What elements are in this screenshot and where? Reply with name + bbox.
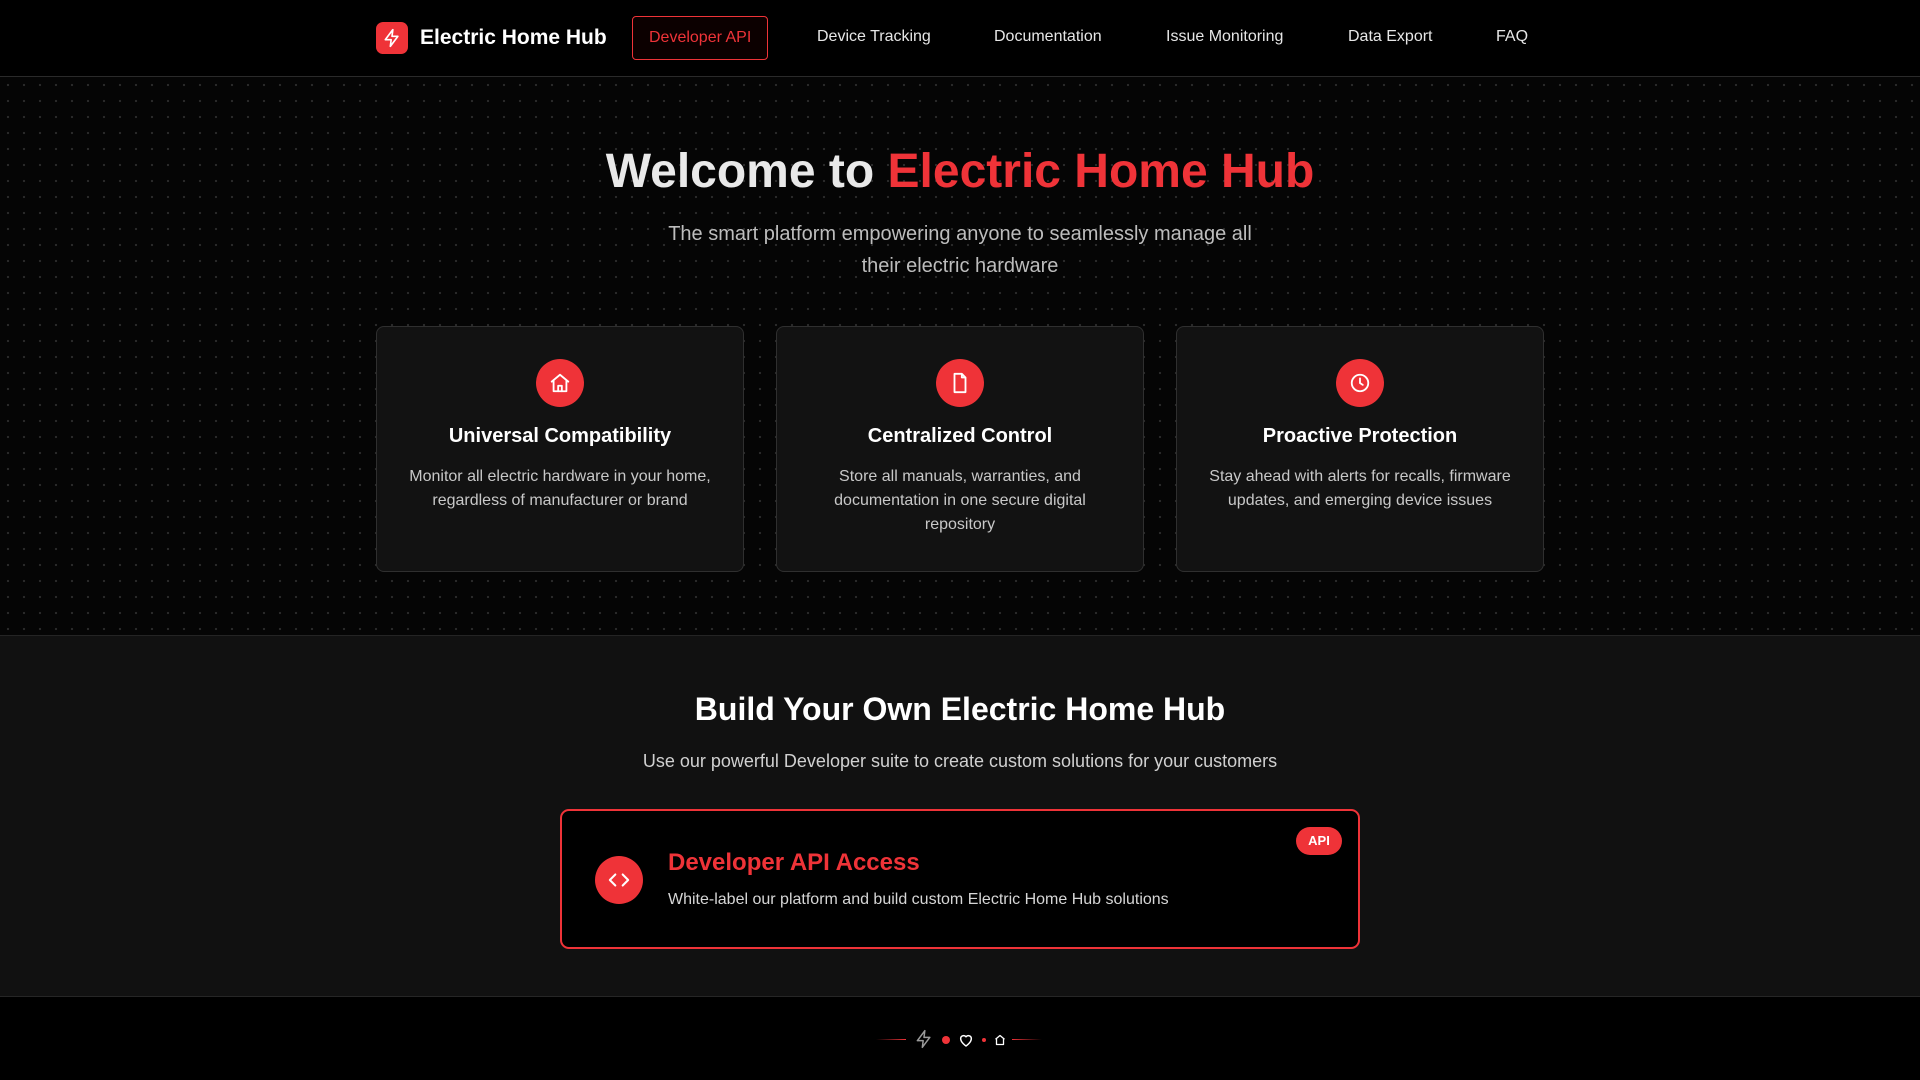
footer-divider-left <box>876 1039 906 1040</box>
hero-title-prefix: Welcome to <box>605 145 888 198</box>
nav-documentation[interactable]: Documentation <box>994 16 1102 60</box>
clock-icon <box>1336 359 1384 407</box>
code-icon <box>595 856 643 904</box>
footer-divider-right <box>1012 1039 1042 1040</box>
hero-section: Welcome to Electric Home Hub The smart p… <box>0 77 1920 636</box>
hero-title-accent: Electric Home Hub <box>887 145 1315 198</box>
document-icon <box>936 359 984 407</box>
nav-developer-api[interactable]: Developer API <box>632 16 769 60</box>
api-access-card[interactable]: Developer API Access White-label our pla… <box>560 809 1360 949</box>
top-nav: Electric Home Hub Developer API Device T… <box>0 0 1920 77</box>
home-icon <box>536 359 584 407</box>
api-card-title: Developer API Access <box>668 849 920 876</box>
feature-title: Proactive Protection <box>1262 425 1458 447</box>
feature-title: Centralized Control <box>867 425 1053 447</box>
nav-data-export[interactable]: Data Export <box>1348 16 1432 60</box>
developer-title: Build Your Own Electric Home Hub <box>694 691 1226 727</box>
nav-faq[interactable]: FAQ <box>1496 16 1528 60</box>
hero-title: Welcome to Electric Home Hub <box>0 144 1920 199</box>
feature-card-protection: Proactive Protection Stay ahead with ale… <box>1176 326 1544 572</box>
feature-text: Monitor all electric hardware in your ho… <box>409 468 711 509</box>
heart-icon <box>957 1031 975 1049</box>
developer-subtitle: Use our powerful Developer suite to crea… <box>642 751 1278 771</box>
footer-dot <box>942 1036 950 1044</box>
footer-dot-small <box>982 1038 986 1042</box>
feature-text: Stay ahead with alerts for recalls, firm… <box>1209 468 1511 509</box>
hero-subtitle: The smart platform empowering anyone to … <box>668 223 1252 277</box>
api-card-text: White-label our platform and build custo… <box>668 891 1169 908</box>
nav-device-tracking[interactable]: Device Tracking <box>817 16 931 60</box>
feature-text: Store all manuals, warranties, and docum… <box>834 468 1086 533</box>
feature-card-control: Centralized Control Store all manuals, w… <box>776 326 1144 572</box>
brand-name: Electric Home Hub <box>420 26 607 49</box>
home-icon <box>993 1033 1007 1047</box>
api-badge: API <box>1296 827 1342 855</box>
bolt-icon <box>914 1029 934 1049</box>
feature-title: Universal Compatibility <box>448 425 672 447</box>
bolt-icon <box>376 22 408 54</box>
developer-section: Build Your Own Electric Home Hub Use our… <box>0 636 1920 997</box>
nav-issue-monitoring[interactable]: Issue Monitoring <box>1166 16 1283 60</box>
brand[interactable]: Electric Home Hub <box>376 22 607 54</box>
feature-card-compatibility: Universal Compatibility Monitor all elec… <box>376 326 744 572</box>
footer <box>0 997 1920 1080</box>
